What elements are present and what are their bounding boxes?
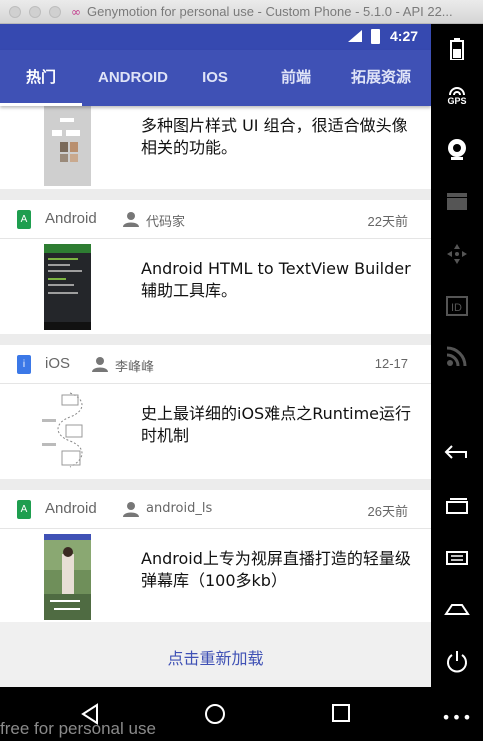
tab-indicator <box>0 103 82 106</box>
signal-icon <box>348 30 362 45</box>
zoom-window-button[interactable] <box>49 6 61 18</box>
platform-label: Android <box>45 500 97 517</box>
battery-icon[interactable] <box>431 38 483 60</box>
menu-icon[interactable] <box>431 550 483 566</box>
recent-apps-icon[interactable] <box>431 498 483 514</box>
webcam-icon[interactable] <box>431 138 483 160</box>
thumbnail-image <box>44 106 91 186</box>
tab-extended-resources[interactable]: 拓展资源 <box>336 50 426 106</box>
dpad-icon[interactable] <box>431 242 483 266</box>
tab-ios[interactable]: IOS <box>184 50 246 106</box>
watermark-text: free for personal use <box>0 719 156 738</box>
feed-card[interactable]: i iOS 李峰峰 12-17 史上最详细的iOS难点之Runtime运行时机制 <box>0 345 431 479</box>
card-description: 史上最详细的iOS难点之Runtime运行时机制 <box>141 404 412 445</box>
author-name: 李峰峰 <box>115 360 155 375</box>
gps-icon[interactable]: GPS <box>431 86 483 106</box>
tab-frontend[interactable]: 前端 <box>246 50 346 106</box>
tab-bar: 热门 ANDROID IOS 前端 拓展资源 <box>0 50 431 106</box>
svg-text:ID: ID <box>451 302 462 314</box>
minimize-window-button[interactable] <box>29 6 41 18</box>
post-time: 22天前 <box>367 214 408 229</box>
power-icon[interactable] <box>431 650 483 674</box>
user-icon <box>123 212 139 227</box>
home-icon[interactable] <box>431 602 483 616</box>
nav-home-icon[interactable] <box>204 703 226 725</box>
android-icon: A <box>17 500 31 519</box>
card-description: 多种图片样式 UI 组合，很适合做头像相关的功能。 <box>141 116 408 157</box>
more-options-icon[interactable]: ••• <box>431 708 483 727</box>
device-id-icon[interactable]: ID <box>431 296 483 316</box>
card-description: Android HTML to TextView Builder 辅助工具库。 <box>141 259 411 300</box>
feed-card[interactable]: 多种图片样式 UI 组合，很适合做头像相关的功能。 <box>0 106 431 189</box>
feed-card[interactable]: A Android android_ls 26天前 Android上专为视屏直播… <box>0 490 431 624</box>
clapperboard-icon[interactable] <box>431 192 483 210</box>
window-title: Genymotion for personal use - Custom Pho… <box>87 4 453 19</box>
thumbnail-image <box>44 244 91 330</box>
card-header: A Android android_ls 26天前 <box>0 490 431 529</box>
author-name: android_ls <box>146 501 213 516</box>
emulator-toolbar: GPS ID ••• <box>431 24 483 741</box>
status-time: 4:27 <box>390 28 419 44</box>
user-icon <box>92 357 108 372</box>
status-bar: 4:27 <box>0 24 431 50</box>
back-icon[interactable] <box>431 444 483 460</box>
nav-recents-icon[interactable] <box>331 703 351 723</box>
card-description: Android上专为视屏直播打造的轻量级弹幕库（100多kb） <box>141 549 411 590</box>
close-window-button[interactable] <box>9 6 21 18</box>
platform-label: iOS <box>45 355 71 372</box>
thumbnail-image <box>44 534 91 620</box>
android-icon: A <box>17 210 31 229</box>
reload-button[interactable]: 点击重新加载 <box>0 622 431 687</box>
thumbnail-image <box>38 389 100 475</box>
platform-label: Android <box>45 210 97 227</box>
feed-card[interactable]: A Android 代码家 22天前 Android HTML to TextV… <box>0 200 431 334</box>
tab-android[interactable]: ANDROID <box>82 50 184 106</box>
rss-icon[interactable] <box>431 346 483 366</box>
post-time: 12-17 <box>374 356 408 371</box>
battery-icon <box>371 29 380 44</box>
genymotion-icon: ∞ <box>71 5 81 19</box>
card-header: i iOS 李峰峰 12-17 <box>0 345 431 384</box>
user-icon <box>123 502 139 517</box>
post-time: 26天前 <box>367 504 408 519</box>
author-name: 代码家 <box>146 215 186 230</box>
window-titlebar: ∞ Genymotion for personal use - Custom P… <box>0 0 483 24</box>
tab-hot[interactable]: 热门 <box>0 50 82 106</box>
card-header: A Android 代码家 22天前 <box>0 200 431 239</box>
phone-screen: 4:27 热门 ANDROID IOS 前端 拓展资源 多种图片样式 UI 组合… <box>0 24 431 687</box>
ios-icon: i <box>17 355 31 374</box>
